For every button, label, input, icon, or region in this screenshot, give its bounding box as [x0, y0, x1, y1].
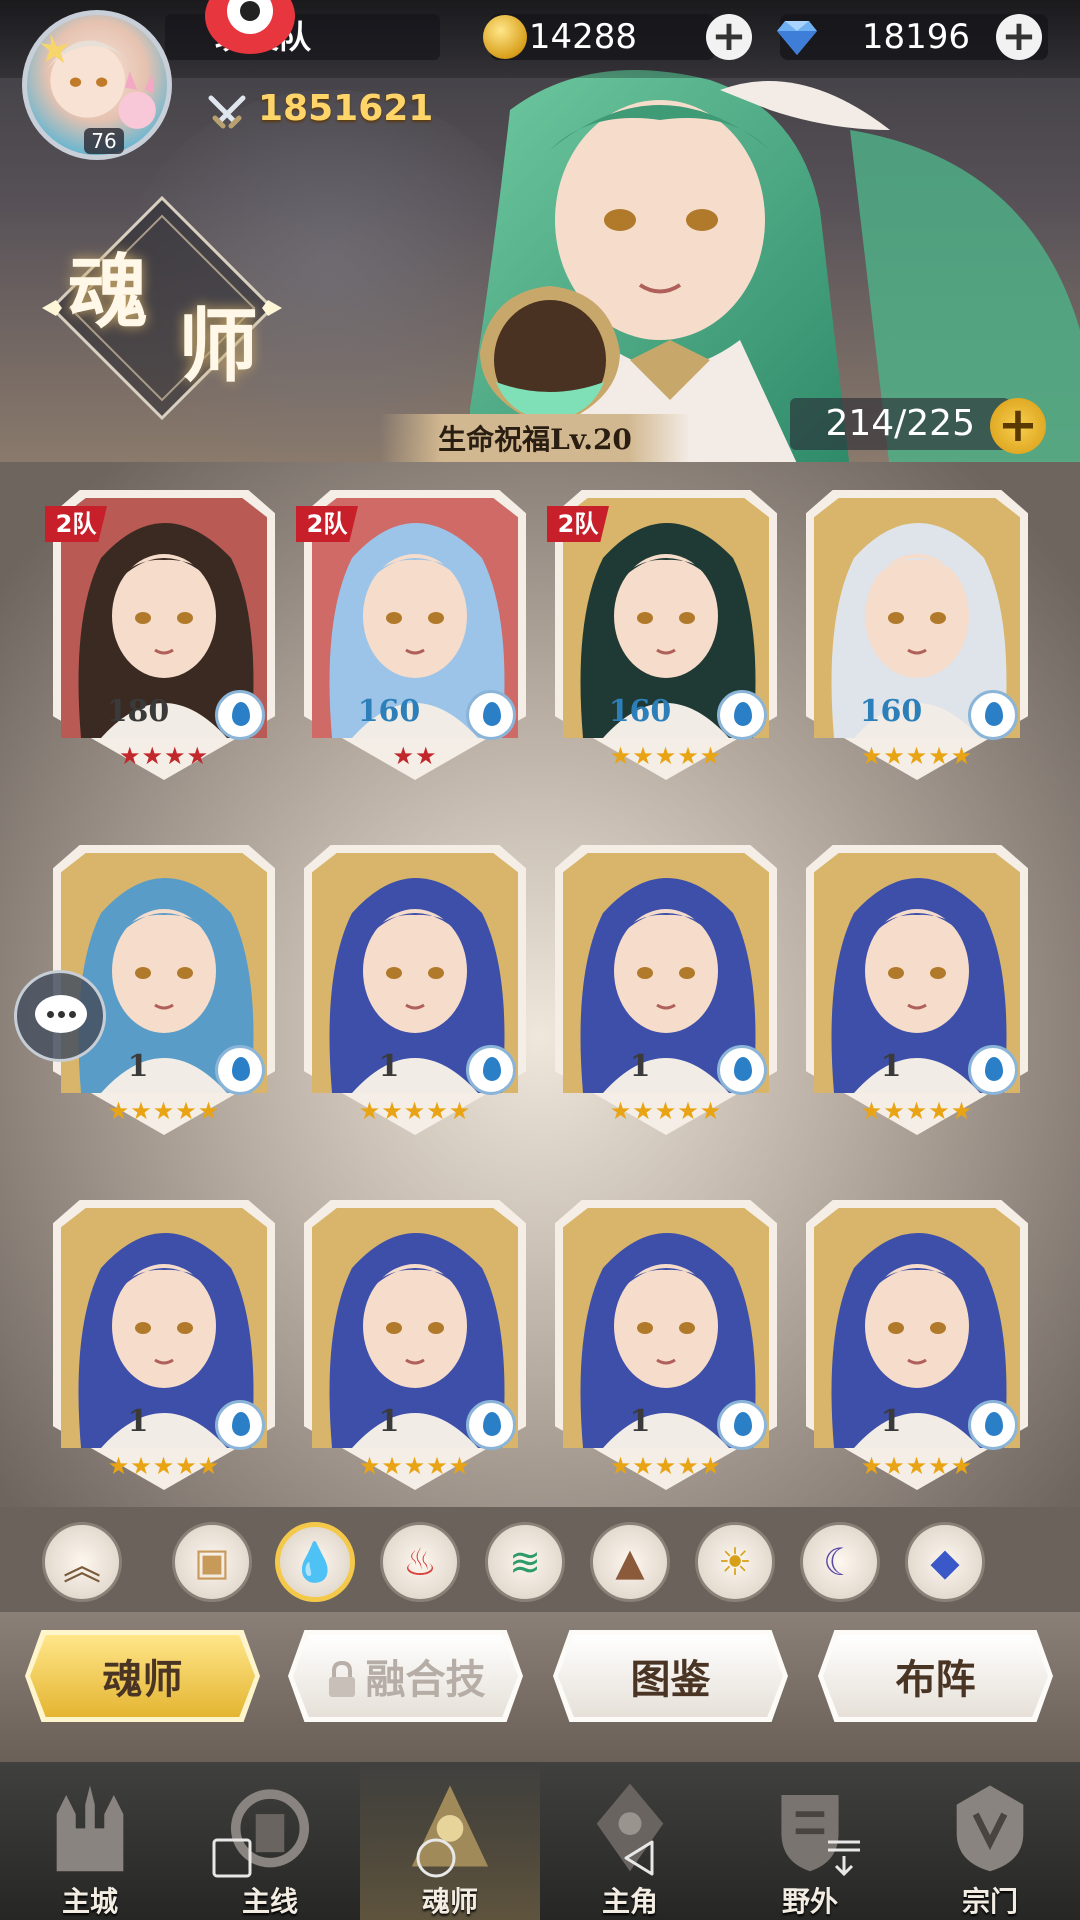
dark-icon: ☾ — [822, 1540, 858, 1584]
water-element-icon — [717, 1400, 767, 1450]
filter-wind[interactable]: ≋ — [485, 1522, 565, 1602]
star-rating: ★★ — [392, 742, 438, 770]
expand-capacity-button[interactable]: + — [990, 398, 1046, 454]
roster-capacity: 214/225 — [825, 403, 975, 444]
add-diamond-button[interactable]: + — [996, 14, 1042, 60]
sect-icon — [956, 1785, 1024, 1872]
filter-box[interactable]: ▣ — [172, 1522, 252, 1602]
character-level: 1 — [880, 1049, 902, 1084]
section-title-char-2: 师 — [178, 299, 258, 393]
recent-apps-icon[interactable] — [210, 1836, 254, 1880]
water-element-icon — [466, 690, 516, 740]
water-icon: 💧 — [291, 1539, 339, 1584]
character-level: 1 — [378, 1404, 400, 1439]
character-level: 160 — [859, 694, 923, 729]
lock-icon — [326, 1660, 358, 1697]
tab-formation[interactable]: 布阵 — [818, 1630, 1053, 1722]
water-element-icon — [215, 1045, 265, 1095]
character-card[interactable]: 1 ★★★★★ — [304, 1200, 526, 1495]
earth-icon: ▲ — [615, 1540, 645, 1584]
star-rating: ★★★★★ — [358, 1097, 472, 1125]
water-element-icon — [466, 1400, 516, 1450]
water-element-icon — [717, 1045, 767, 1095]
water-element-icon — [968, 690, 1018, 740]
gold-coin-icon — [483, 15, 527, 59]
nav-wilderness[interactable]: 野外 — [720, 1762, 900, 1920]
star-rating: ★★★★★ — [860, 1097, 974, 1125]
life-blessing-label[interactable]: 生命祝福Lv.20 — [380, 418, 690, 458]
star-rating: ★★★★★ — [609, 1097, 723, 1125]
filter-special[interactable]: ◆ — [905, 1522, 985, 1602]
diamond-icon — [777, 21, 817, 55]
character-card[interactable]: 1 ★★★★★ — [555, 1200, 777, 1495]
battle-power-value: 1851621 — [258, 88, 434, 129]
team-tag: 2队 — [45, 506, 107, 542]
star-rating: ★★★★★ — [609, 1452, 723, 1480]
nav-sect[interactable]: 宗门 — [900, 1762, 1080, 1920]
life-blessing-orb-icon[interactable] — [460, 282, 640, 432]
star-rating: ★★★★ — [118, 742, 210, 770]
wind-icon: ≋ — [509, 1540, 541, 1584]
water-element-icon — [968, 1045, 1018, 1095]
character-level: 180 — [106, 694, 170, 729]
keyboard-hide-icon[interactable] — [822, 1836, 866, 1880]
section-title-char-1: 魂 — [68, 245, 148, 339]
chat-button[interactable] — [14, 970, 106, 1062]
water-element-icon — [215, 1400, 265, 1450]
chevron-up-icon: ︽ — [62, 1543, 101, 1588]
add-gold-button[interactable]: + — [706, 14, 752, 60]
character-card[interactable]: 1 ★★★★★ — [53, 1200, 275, 1495]
character-level: 1 — [629, 1404, 651, 1439]
tab-soul-masters[interactable]: 魂师 — [25, 1630, 260, 1722]
star-rating: ★★★★★ — [358, 1452, 472, 1480]
filter-earth[interactable]: ▲ — [590, 1522, 670, 1602]
tab-fusion-skills[interactable]: 融合技 — [288, 1630, 523, 1722]
filter-fire[interactable]: ♨ — [380, 1522, 460, 1602]
character-level: 1 — [629, 1049, 651, 1084]
character-level: 1 — [880, 1404, 902, 1439]
special-icon: ◆ — [930, 1540, 960, 1584]
filter-chevron-up[interactable]: ︽ — [42, 1522, 122, 1602]
water-element-icon — [968, 1400, 1018, 1450]
fire-icon: ♨ — [402, 1540, 438, 1584]
player-level: 76 — [84, 128, 124, 154]
character-level: 1 — [378, 1049, 400, 1084]
star-rating: ★★★★★ — [609, 742, 723, 770]
home-icon[interactable] — [414, 1836, 458, 1880]
star-rating: ★★★★★ — [107, 1097, 221, 1125]
water-element-icon — [717, 690, 767, 740]
character-level: 1 — [127, 1404, 149, 1439]
star-rating: ★★★★★ — [860, 742, 974, 770]
filter-light[interactable]: ☀ — [695, 1522, 775, 1602]
tab-codex[interactable]: 图鉴 — [553, 1630, 788, 1722]
gold-value: 14288 — [528, 17, 637, 57]
water-element-icon — [215, 690, 265, 740]
filter-dark[interactable]: ☾ — [800, 1522, 880, 1602]
character-card[interactable]: 1 ★★★★★ — [806, 1200, 1028, 1495]
box-icon: ▣ — [194, 1540, 230, 1584]
nav-main-city[interactable]: 主城 — [0, 1762, 180, 1920]
castle-icon — [56, 1785, 124, 1872]
team-tag: 2队 — [296, 506, 358, 542]
character-level: 160 — [357, 694, 421, 729]
diamond-value: 18196 — [861, 17, 970, 57]
team-tag: 2队 — [547, 506, 609, 542]
back-icon[interactable] — [618, 1836, 662, 1880]
character-level: 160 — [608, 694, 672, 729]
star-rating: ★★★★★ — [860, 1452, 974, 1480]
water-element-icon — [466, 1045, 516, 1095]
light-icon: ☀ — [717, 1540, 753, 1584]
crossed-swords-icon — [208, 95, 246, 129]
filter-water[interactable]: 💧 — [275, 1522, 355, 1602]
nav-main-story[interactable]: 主线 — [180, 1762, 360, 1920]
star-rating: ★★★★★ — [107, 1452, 221, 1480]
